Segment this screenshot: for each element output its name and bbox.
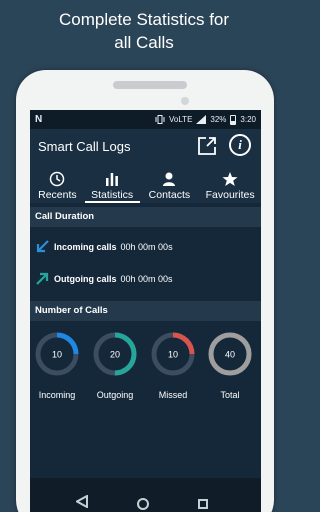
- tab-recents-label: Recents: [38, 189, 77, 201]
- network-type: VoLTE: [168, 115, 193, 124]
- person-icon: [163, 172, 176, 186]
- promo-title: Complete Statistics for all Calls: [0, 8, 288, 54]
- app-title: Smart Call Logs: [38, 139, 131, 154]
- number-of-calls-section: 10 Incoming 20 Outgoing 10 Missed 40 Total: [30, 321, 261, 427]
- donut-label-missed: Missed: [158, 390, 188, 400]
- donut-incoming: 10: [35, 332, 79, 376]
- outgoing-calls-value: 00h 00m 00s: [120, 273, 173, 284]
- phone-speaker: [113, 81, 187, 89]
- clock-time: 3:20: [240, 115, 256, 124]
- tab-bar: Recents Statistics Contacts Favourites: [30, 169, 261, 203]
- incoming-arrow-icon: [36, 240, 49, 253]
- promo-title-line2: all Calls: [114, 33, 174, 52]
- donut-count: 10: [168, 350, 178, 360]
- phone-screen: N VoLTE 32% 3:20 Smart Call Logs i Recen…: [30, 110, 261, 512]
- call-duration-section: Incoming calls 00h 00m 00s Outgoing call…: [30, 227, 261, 301]
- tab-contacts-label: Contacts: [148, 189, 191, 201]
- tab-recents[interactable]: Recents: [30, 169, 85, 203]
- recent-apps-icon[interactable]: [198, 499, 208, 509]
- outgoing-calls-label: Outgoing calls: [54, 273, 117, 284]
- share-icon[interactable]: [196, 135, 218, 157]
- donut-label-outgoing: Outgoing: [96, 390, 134, 400]
- notification-icon: N: [35, 114, 43, 125]
- donut-outgoing: 20: [93, 332, 137, 376]
- vibrate-icon: [155, 115, 165, 124]
- donut-label-total: Total: [220, 390, 240, 400]
- tab-contacts[interactable]: Contacts: [140, 169, 200, 203]
- donut-label-incoming: Incoming: [38, 390, 76, 400]
- incoming-calls-value: 00h 00m 00s: [120, 241, 173, 252]
- battery-icon: [230, 114, 237, 125]
- tab-statistics-label: Statistics: [91, 189, 134, 201]
- donut-count: 40: [225, 350, 235, 360]
- star-icon: [222, 172, 238, 186]
- tab-favourites[interactable]: Favourites: [199, 169, 261, 203]
- info-icon[interactable]: i: [229, 134, 251, 156]
- back-icon[interactable]: [76, 495, 88, 508]
- promo-title-line1: Complete Statistics for: [58, 10, 230, 29]
- battery-percent: 32%: [210, 115, 227, 124]
- donut-missed: 10: [151, 332, 195, 376]
- app-bar: Smart Call Logs i: [30, 129, 261, 169]
- bar-chart-icon: [106, 173, 119, 186]
- incoming-duration-row: Incoming calls 00h 00m 00s: [36, 240, 173, 253]
- call-duration-heading: Call Duration: [30, 207, 261, 227]
- donut-total: 40: [208, 332, 252, 376]
- status-bar: N VoLTE 32% 3:20: [30, 110, 261, 129]
- navigation-bar: [30, 478, 261, 512]
- signal-icon: [196, 115, 207, 124]
- outgoing-duration-row: Outgoing calls 00h 00m 00s: [36, 272, 173, 285]
- outgoing-arrow-icon: [36, 272, 49, 285]
- number-of-calls-heading: Number of Calls: [30, 301, 261, 321]
- donut-count: 20: [110, 350, 120, 360]
- tab-statistics[interactable]: Statistics: [84, 169, 140, 203]
- incoming-calls-label: Incoming calls: [54, 241, 117, 252]
- clock-icon: [50, 171, 65, 187]
- home-icon[interactable]: [137, 498, 149, 510]
- tab-favourites-label: Favourites: [205, 189, 255, 201]
- donut-count: 10: [52, 350, 62, 360]
- phone-camera: [181, 97, 189, 105]
